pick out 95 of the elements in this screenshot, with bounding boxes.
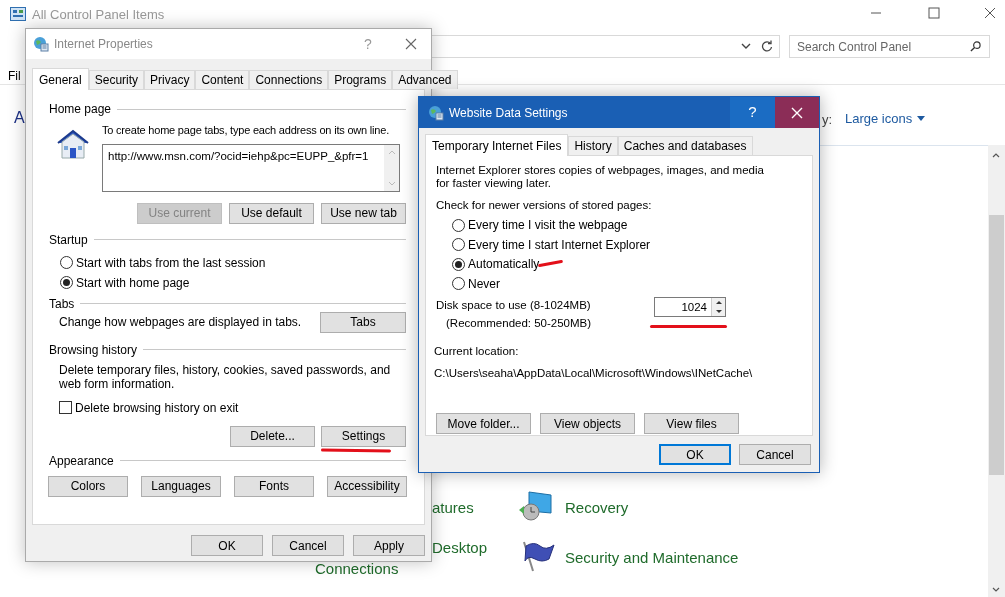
view-mode-text: Large icons	[845, 110, 913, 128]
path-text: C:\Users\seaha\AppData\Local\Microsoft\Windows\INetCache\	[434, 366, 754, 381]
control-panel-item[interactable]: Security and Maintenance	[565, 547, 739, 570]
page-heading: A	[14, 108, 25, 128]
button[interactable]: OK	[191, 535, 263, 556]
description-text: Delete temporary files, history, cookies, saved passwords, and web form information.	[58, 362, 392, 391]
radio-label: Start with home page	[76, 274, 190, 292]
radio-label: Never	[468, 275, 500, 293]
dialog-title: Internet Properties	[54, 36, 154, 53]
tab[interactable]: Programs	[328, 70, 393, 89]
button[interactable]: Use new tab	[321, 202, 406, 224]
field-label: Current location:	[434, 343, 520, 359]
group-label: Home page	[49, 101, 112, 118]
button[interactable]: OK	[659, 444, 731, 465]
scroll-down-icon[interactable]	[992, 587, 1000, 592]
search-icon[interactable]	[970, 41, 981, 52]
globe-icon	[428, 104, 444, 121]
increment-icon[interactable]	[714, 300, 723, 306]
monitor-clock-icon[interactable]	[519, 490, 555, 522]
radio-button[interactable]	[60, 276, 73, 289]
close-icon	[791, 106, 803, 119]
button[interactable]: Move folder...	[436, 413, 531, 435]
button[interactable]: Fonts	[234, 475, 314, 497]
radio-label: Automatically	[468, 256, 540, 273]
scrollbar-thumb[interactable]	[989, 215, 1004, 475]
radio-label: Every time I visit the webpage	[468, 217, 628, 234]
description-text: Internet Explorer stores copies of webpages, images, and media for faster viewing later.	[436, 164, 765, 190]
radio-label: Every time I start Internet Explorer	[468, 236, 651, 254]
checkbox-label: Delete browsing history on exit	[75, 399, 239, 417]
button[interactable]: Apply	[353, 535, 425, 556]
dialog-title: Website Data Settings	[449, 104, 568, 122]
close-button[interactable]	[775, 97, 819, 128]
button[interactable]: Delete...	[230, 425, 315, 447]
window-title: All Control Panel Items	[32, 6, 165, 24]
scroll-up-icon[interactable]	[992, 153, 1000, 158]
maximize-icon[interactable]	[928, 7, 940, 19]
close-icon[interactable]	[984, 7, 996, 19]
flag-icon[interactable]	[521, 540, 555, 572]
group-label: Appearance	[49, 452, 114, 470]
view-by-label: y:	[822, 111, 833, 129]
tab[interactable]: Connections	[249, 70, 329, 89]
control-panel-item[interactable]: Recovery	[565, 497, 629, 520]
view-mode-link[interactable]: Large icons	[845, 109, 926, 129]
globe-icon	[33, 36, 49, 52]
spinner-value: 1024	[680, 300, 708, 316]
control-panel-item[interactable]: Connections	[315, 558, 399, 581]
tab[interactable]: General	[32, 68, 89, 90]
tab[interactable]: Temporary Internet Files	[425, 134, 569, 156]
house-icon	[56, 128, 90, 160]
button[interactable]: View objects	[540, 413, 635, 435]
tab[interactable]: History	[568, 136, 618, 155]
button[interactable]: Cancel	[739, 444, 811, 465]
tab[interactable]: Privacy	[144, 70, 196, 89]
group-label: Browsing history	[49, 341, 138, 359]
annotation-stroke	[321, 448, 391, 453]
refresh-icon[interactable]	[761, 40, 773, 52]
button[interactable]: Cancel	[272, 535, 344, 556]
tab[interactable]: Advanced	[392, 70, 458, 89]
button[interactable]: Accessibility	[327, 475, 407, 497]
help-button[interactable]: ?	[730, 97, 775, 128]
group-label: Startup	[49, 231, 88, 249]
description-text: Change how webpages are displayed in tabs.	[59, 314, 302, 331]
close-icon[interactable]	[405, 38, 417, 50]
checkbox[interactable]	[59, 401, 72, 414]
search-field[interactable]: Search Control Panel	[789, 35, 990, 58]
group-label: Tabs	[49, 295, 75, 313]
control-panel-item[interactable]: Desktop	[432, 537, 488, 560]
tab[interactable]: Security	[88, 70, 145, 89]
field-label: Disk space to use (8-1024MB)	[436, 298, 592, 314]
radio-button[interactable]	[60, 256, 73, 269]
app-icon	[10, 7, 26, 21]
radio-button[interactable]	[452, 277, 465, 290]
button[interactable]: Settings	[321, 425, 406, 447]
radio-label: Start with tabs from the last session	[76, 254, 266, 272]
caret-icon[interactable]	[917, 116, 926, 122]
dropdown-icon[interactable]	[741, 43, 751, 49]
button[interactable]: View files	[644, 413, 739, 435]
number-spinner[interactable]: 1024	[654, 297, 726, 318]
section-label: Check for newer versions of stored pages:	[436, 198, 653, 213]
tab[interactable]: Content	[195, 70, 250, 89]
tab[interactable]: Caches and databases	[617, 136, 753, 155]
radio-button[interactable]	[452, 238, 465, 251]
menu-item[interactable]: Fil	[8, 67, 21, 85]
instruction-text: To create home page tabs, type each address on its own line.	[102, 123, 390, 138]
button[interactable]: Tabs	[320, 311, 406, 333]
control-panel-item[interactable]: atures	[432, 497, 474, 520]
decrement-icon[interactable]	[714, 309, 723, 315]
button[interactable]: Use default	[229, 202, 314, 224]
radio-button[interactable]	[452, 257, 465, 271]
button[interactable]: Colors	[48, 475, 128, 497]
url-text: http://www.msn.com/?ocid=iehp&pc=EUPP_&pfr=1	[107, 148, 370, 164]
hint-text: (Recommended: 50-250MB)	[445, 315, 593, 331]
button[interactable]: Languages	[141, 475, 221, 497]
search-input[interactable]: Search Control Panel	[797, 37, 970, 56]
radio-button[interactable]	[452, 218, 465, 232]
